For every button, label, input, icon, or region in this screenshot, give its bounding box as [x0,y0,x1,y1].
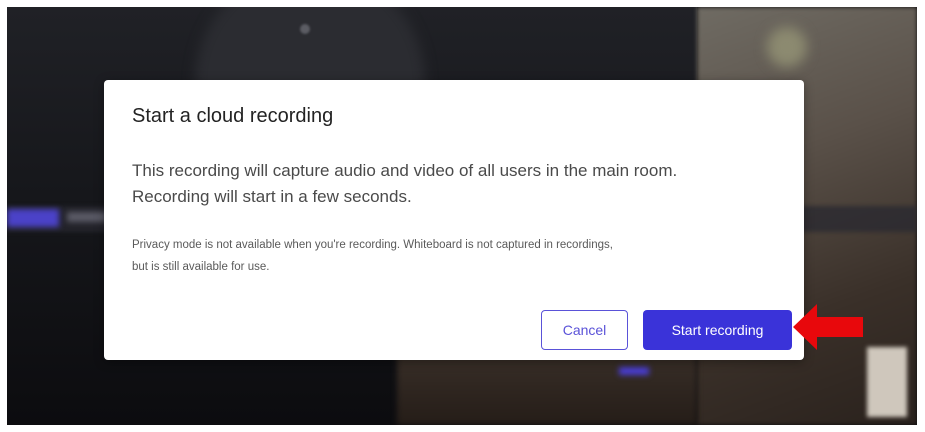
cancel-button[interactable]: Cancel [541,310,628,350]
background-toolbar-item [67,212,107,222]
background-shelf [867,347,907,417]
video-call-background: Start a cloud recording This recording w… [7,7,917,425]
dialog-note-line-1: Privacy mode is not available when you'r… [132,239,613,251]
red-arrow-icon [793,304,863,350]
dialog-title: Start a cloud recording [132,105,334,127]
dialog-note-line-2: but is still available for use. [132,261,270,273]
dialog-description-line-2: Recording will start in a few seconds. [132,187,412,206]
dialog-privacy-note: Privacy mode is not available when you'r… [132,234,782,278]
background-avatar-dot [300,24,310,34]
dialog-description: This recording will capture audio and vi… [132,158,772,210]
start-recording-button[interactable]: Start recording [643,310,792,350]
dialog-description-line-1: This recording will capture audio and vi… [132,161,678,180]
cloud-recording-dialog: Start a cloud recording This recording w… [104,80,804,360]
background-accent-tab [7,209,59,227]
background-lamp [767,27,807,67]
background-purple-indicator [619,367,649,375]
